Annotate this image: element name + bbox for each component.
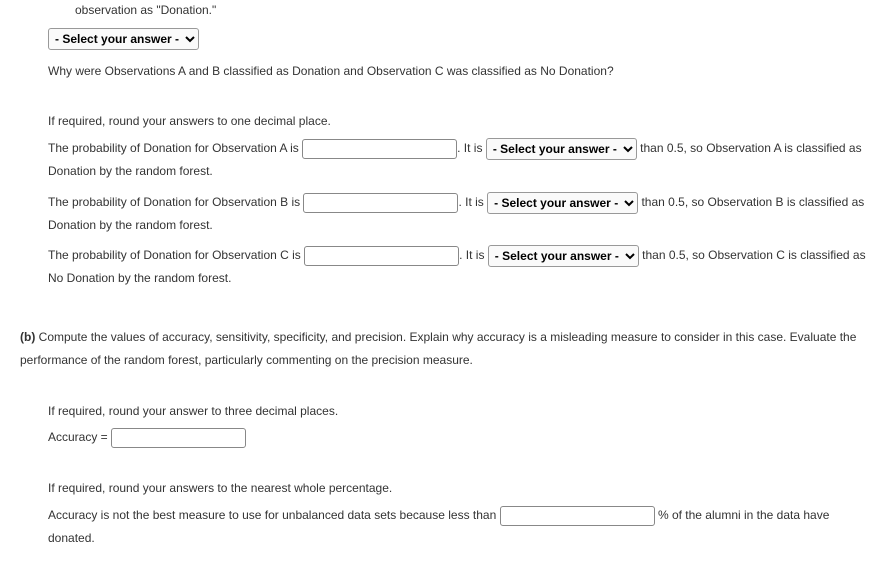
part-b-text: Compute the values of accuracy, sensitiv… xyxy=(20,330,856,367)
select-top[interactable]: - Select your answer - xyxy=(48,28,199,50)
obs-a-input[interactable] xyxy=(302,139,457,159)
round-whole: If required, round your answers to the n… xyxy=(20,477,872,500)
obs-b-select[interactable]: - Select your answer - xyxy=(487,192,638,214)
fragment-text: observation as "Donation." xyxy=(20,0,872,22)
obs-b-mid: . It is xyxy=(458,195,487,209)
obs-c-pre: The probability of Donation for Observat… xyxy=(48,248,304,262)
obs-b-input[interactable] xyxy=(303,193,458,213)
obs-c-input[interactable] xyxy=(304,246,459,266)
percent-input[interactable] xyxy=(500,506,655,526)
obs-c-line: The probability of Donation for Observat… xyxy=(20,244,872,290)
obs-a-select[interactable]: - Select your answer - xyxy=(486,138,637,160)
round-one-decimal: If required, round your answers to one d… xyxy=(20,110,872,133)
part-b-label: (b) xyxy=(20,330,35,344)
part-b-prompt: (b) Compute the values of accuracy, sens… xyxy=(20,326,872,372)
obs-a-mid: . It is xyxy=(457,141,486,155)
unbalanced-line: Accuracy is not the best measure to use … xyxy=(20,504,872,550)
accuracy-line: Accuracy = xyxy=(20,426,872,449)
unbalanced-pre: Accuracy is not the best measure to use … xyxy=(48,508,500,522)
accuracy-label: Accuracy = xyxy=(48,430,111,444)
obs-b-pre: The probability of Donation for Observat… xyxy=(48,195,303,209)
obs-c-mid: . It is xyxy=(459,248,488,262)
obs-b-line: The probability of Donation for Observat… xyxy=(20,191,872,237)
obs-a-pre: The probability of Donation for Observat… xyxy=(48,141,302,155)
question-why: Why were Observations A and B classified… xyxy=(20,60,872,83)
obs-c-select[interactable]: - Select your answer - xyxy=(488,245,639,267)
accuracy-input[interactable] xyxy=(111,428,246,448)
obs-a-line: The probability of Donation for Observat… xyxy=(20,137,872,183)
round-three: If required, round your answer to three … xyxy=(20,400,872,423)
